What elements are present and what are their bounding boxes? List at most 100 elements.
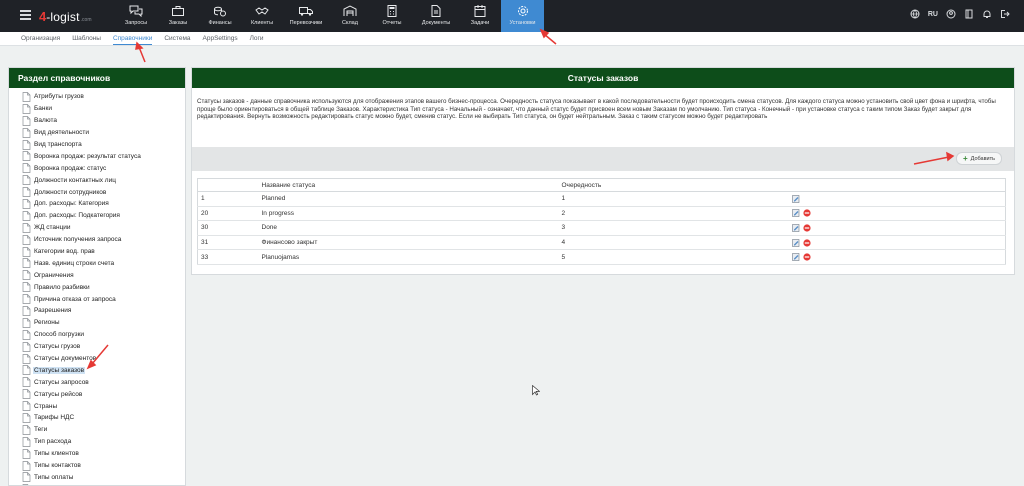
sidebar-item[interactable]: Способ погрузки xyxy=(9,329,185,341)
nav-clients[interactable]: Клиенты xyxy=(241,0,283,32)
sidebar-item[interactable]: ЖД станции xyxy=(9,222,185,234)
sidebar-item[interactable]: Назв. единиц строки счета xyxy=(9,257,185,269)
nav-warehouse[interactable]: Склад xyxy=(329,0,371,32)
app-logo[interactable]: 4-logist.com xyxy=(39,8,92,24)
sidebar-item[interactable]: Тарифы НДС xyxy=(9,412,185,424)
document-icon xyxy=(22,401,31,411)
nav-requests[interactable]: Запросы xyxy=(115,0,157,32)
table-row[interactable]: 1 Planned 1 xyxy=(197,191,1006,207)
sidebar-item[interactable]: Типы клиентов xyxy=(9,448,185,460)
document-icon xyxy=(22,353,31,364)
column-header-order[interactable]: Очередность xyxy=(558,178,789,192)
sidebar-item[interactable]: Доп. расходы: Подкатегория xyxy=(9,210,185,222)
add-button[interactable]: + Добавить xyxy=(956,152,1002,165)
delete-icon[interactable] xyxy=(802,224,811,232)
sidebar-item[interactable]: Вид деятельности xyxy=(9,127,185,139)
table-header-row: Название статуса Очередность xyxy=(197,178,1006,192)
settings-submenu: Организация Шаблоны Справочники Система … xyxy=(0,32,1024,46)
cell-actions xyxy=(788,220,1006,236)
document-icon xyxy=(22,425,31,435)
edit-icon[interactable] xyxy=(791,209,800,218)
sidebar-item[interactable]: Банки xyxy=(9,103,185,115)
submenu-system[interactable]: Система xyxy=(164,32,190,45)
table-row[interactable]: 31 Финансово закрыт 4 xyxy=(197,235,1006,251)
sidebar-item-label: Регионы xyxy=(34,319,60,327)
sidebar-item[interactable]: Воронка продаж: результат статуса xyxy=(9,150,185,162)
sidebar-item-label: Статусы документов xyxy=(34,355,97,363)
edit-icon[interactable] xyxy=(791,194,800,203)
sidebar-item[interactable]: Вид транспорта xyxy=(9,139,185,151)
nav-label: Задачи xyxy=(470,20,490,26)
logo-text: -logist xyxy=(46,10,80,24)
sidebar-item[interactable]: Статусы запросов xyxy=(9,376,185,388)
sidebar-item[interactable]: Воронка продаж: статус xyxy=(9,162,185,174)
edit-icon[interactable] xyxy=(791,253,800,261)
sidebar-item[interactable]: Статусы рейсов xyxy=(9,388,185,400)
sidebar-item[interactable]: Типы оплаты xyxy=(9,472,185,484)
sidebar-item[interactable]: Валюта xyxy=(9,115,185,127)
bell-icon[interactable] xyxy=(982,9,992,19)
edit-icon[interactable] xyxy=(791,238,800,247)
submenu-references[interactable]: Справочники xyxy=(112,32,153,45)
table-row[interactable]: 20 In progress 2 xyxy=(197,206,1006,222)
user-icon[interactable] xyxy=(946,9,956,19)
sidebar-item[interactable]: Тип расхода xyxy=(9,436,185,448)
sidebar-item[interactable]: Типы контактов xyxy=(9,460,185,472)
hamburger-menu-icon[interactable] xyxy=(20,10,31,20)
logout-icon[interactable] xyxy=(1000,9,1010,19)
sidebar-item[interactable]: Категории вод. прав xyxy=(9,246,185,258)
sidebar-item[interactable]: Статусы грузов xyxy=(9,341,185,353)
sidebar-item-label: Статусы рейсов xyxy=(34,390,83,398)
sidebar-item[interactable]: Атрибуты грузов xyxy=(9,91,185,103)
nav-tasks[interactable]: Задачи xyxy=(459,0,501,32)
column-header-id[interactable] xyxy=(197,178,259,192)
sidebar-item[interactable]: Должности контактных лиц xyxy=(9,174,185,186)
sidebar-item[interactable]: Страны xyxy=(9,400,185,412)
sidebar-item[interactable]: Теги xyxy=(9,424,185,436)
nav-documents[interactable]: Документы xyxy=(413,0,459,32)
sidebar-item[interactable]: Статусы документов xyxy=(9,353,185,365)
sidebar-item[interactable]: Статусы заказов xyxy=(9,364,185,376)
sidebar-item[interactable]: Причина отказа от запроса xyxy=(9,293,185,305)
submenu-templates[interactable]: Шаблоны xyxy=(72,32,101,45)
header-tools: RU xyxy=(910,9,1010,19)
nav-carriers[interactable]: Перевозчики xyxy=(283,0,329,32)
sidebar-item[interactable]: Должности сотрудников xyxy=(9,186,185,198)
table-row[interactable]: 33 Planuojamas 5 xyxy=(197,249,1006,265)
book-icon[interactable] xyxy=(964,9,974,19)
sidebar-item[interactable]: Источник получения запроса xyxy=(9,234,185,246)
delete-icon[interactable] xyxy=(802,238,811,247)
row-actions xyxy=(791,194,1006,203)
document-icon xyxy=(22,472,31,483)
table-row[interactable]: 30 Done 3 xyxy=(197,220,1006,236)
nav-settings[interactable]: Установки xyxy=(501,0,544,32)
description-text: Статусы заказов - данные справочника исп… xyxy=(197,98,996,121)
delete-icon[interactable] xyxy=(802,253,811,261)
grid-toolbar: + Добавить xyxy=(192,147,1014,171)
globe-icon[interactable] xyxy=(910,9,920,19)
gear-icon xyxy=(517,6,528,16)
sidebar-item[interactable]: Доп. расходы: Категория xyxy=(9,198,185,210)
document-icon xyxy=(22,270,31,281)
submenu-organization[interactable]: Организация xyxy=(21,32,60,45)
nav-orders[interactable]: Заказы xyxy=(157,0,199,32)
column-header-name[interactable]: Название статуса xyxy=(258,178,559,192)
delete-icon[interactable] xyxy=(802,209,811,217)
cell-order: 1 xyxy=(558,191,789,207)
sidebar-item[interactable]: Разрешения xyxy=(9,305,185,317)
sidebar-item[interactable]: Правило разбивки xyxy=(9,281,185,293)
nav-label: Склад xyxy=(342,20,358,26)
document-icon xyxy=(22,187,31,197)
edit-icon[interactable] xyxy=(791,224,800,232)
submenu-appsettings[interactable]: AppSettings xyxy=(203,32,238,45)
nav-reports[interactable]: Отчеты xyxy=(371,0,413,32)
submenu-logs[interactable]: Логи xyxy=(250,32,264,45)
sidebar-item-label: Страны xyxy=(34,402,58,410)
language-selector[interactable]: RU xyxy=(928,11,938,18)
calendar-icon xyxy=(474,5,486,17)
sidebar-item[interactable]: Регионы xyxy=(9,317,185,329)
sidebar-item-label: Тип расхода xyxy=(34,438,72,446)
sidebar-item-label: Назв. единиц строки счета xyxy=(34,259,115,267)
nav-finance[interactable]: Финансы xyxy=(199,0,241,32)
sidebar-item[interactable]: Ограничения xyxy=(9,269,185,281)
